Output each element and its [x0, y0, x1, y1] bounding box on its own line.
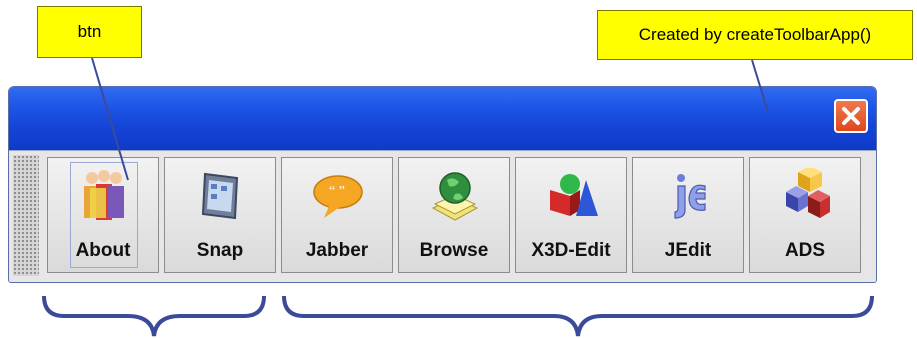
brace-right	[282, 295, 874, 337]
grouping-braces	[42, 295, 874, 337]
brace-left	[42, 295, 266, 337]
